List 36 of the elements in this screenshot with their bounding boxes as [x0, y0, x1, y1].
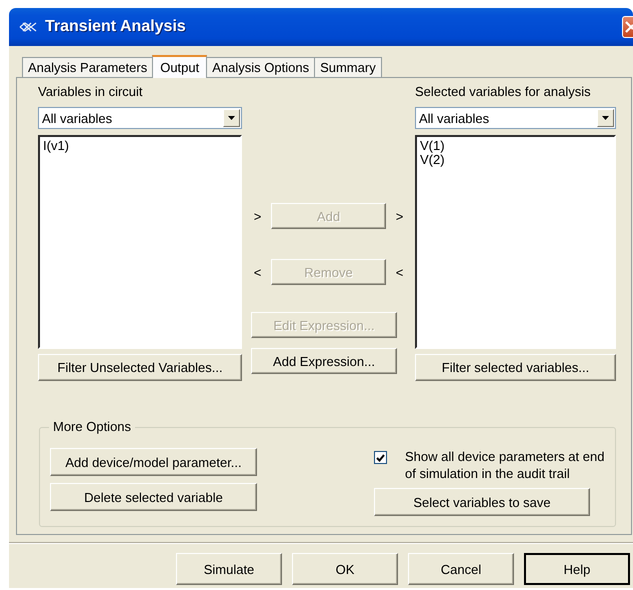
list-label: Selected variables for analysis — [415, 84, 591, 100]
arrow-glyph: < — [394, 264, 404, 280]
arrow-glyph: < — [252, 264, 262, 280]
filter-button[interactable]: Filter selected variables... — [415, 354, 616, 381]
list-label: Variables in circuit — [38, 84, 143, 100]
list-item[interactable]: V(1) — [420, 139, 445, 153]
tab[interactable]: Output — [152, 55, 208, 78]
close-button[interactable] — [622, 16, 633, 38]
filter-dropdown[interactable]: All variables — [38, 107, 242, 129]
expression-button[interactable]: Add Expression... — [251, 348, 397, 374]
arrow-glyph: > — [252, 208, 262, 224]
option-button[interactable]: Add device/model parameter... — [50, 448, 257, 476]
dialog-button[interactable]: Cancel — [408, 553, 514, 585]
variable-listbox[interactable]: V(1) V(2) — [415, 135, 616, 349]
tab[interactable]: Analysis Parameters — [22, 57, 154, 77]
tab[interactable]: Analysis Options — [206, 57, 316, 77]
dropdown-arrow-icon[interactable] — [228, 116, 235, 120]
filter-button[interactable]: Filter Unselected Variables... — [38, 354, 242, 381]
dropdown-arrow-icon[interactable] — [602, 116, 609, 120]
list-item[interactable]: V(2) — [420, 153, 445, 167]
variable-listbox[interactable]: I(v1) — [38, 135, 242, 349]
dialog-button[interactable]: Help — [524, 553, 630, 585]
tab[interactable]: Summary — [314, 57, 382, 77]
app-icon — [19, 21, 37, 33]
list-item[interactable]: I(v1) — [43, 139, 69, 153]
option-button[interactable]: Delete selected variable — [50, 483, 257, 511]
dialog-button[interactable]: Simulate — [176, 553, 282, 585]
save-variables-button[interactable]: Select variables to save — [374, 488, 590, 516]
filter-dropdown[interactable]: All variables — [415, 107, 616, 129]
checkbox-label: Show all device parameters at end of simulation in the audit trail — [405, 448, 606, 482]
close-icon[interactable] — [625, 21, 633, 33]
dialog-button[interactable]: OK — [292, 553, 398, 585]
group-title: More Options — [49, 419, 136, 435]
window-title: Transient Analysis — [45, 18, 186, 36]
checkbox[interactable] — [374, 451, 387, 464]
arrow-glyph: > — [394, 208, 404, 224]
